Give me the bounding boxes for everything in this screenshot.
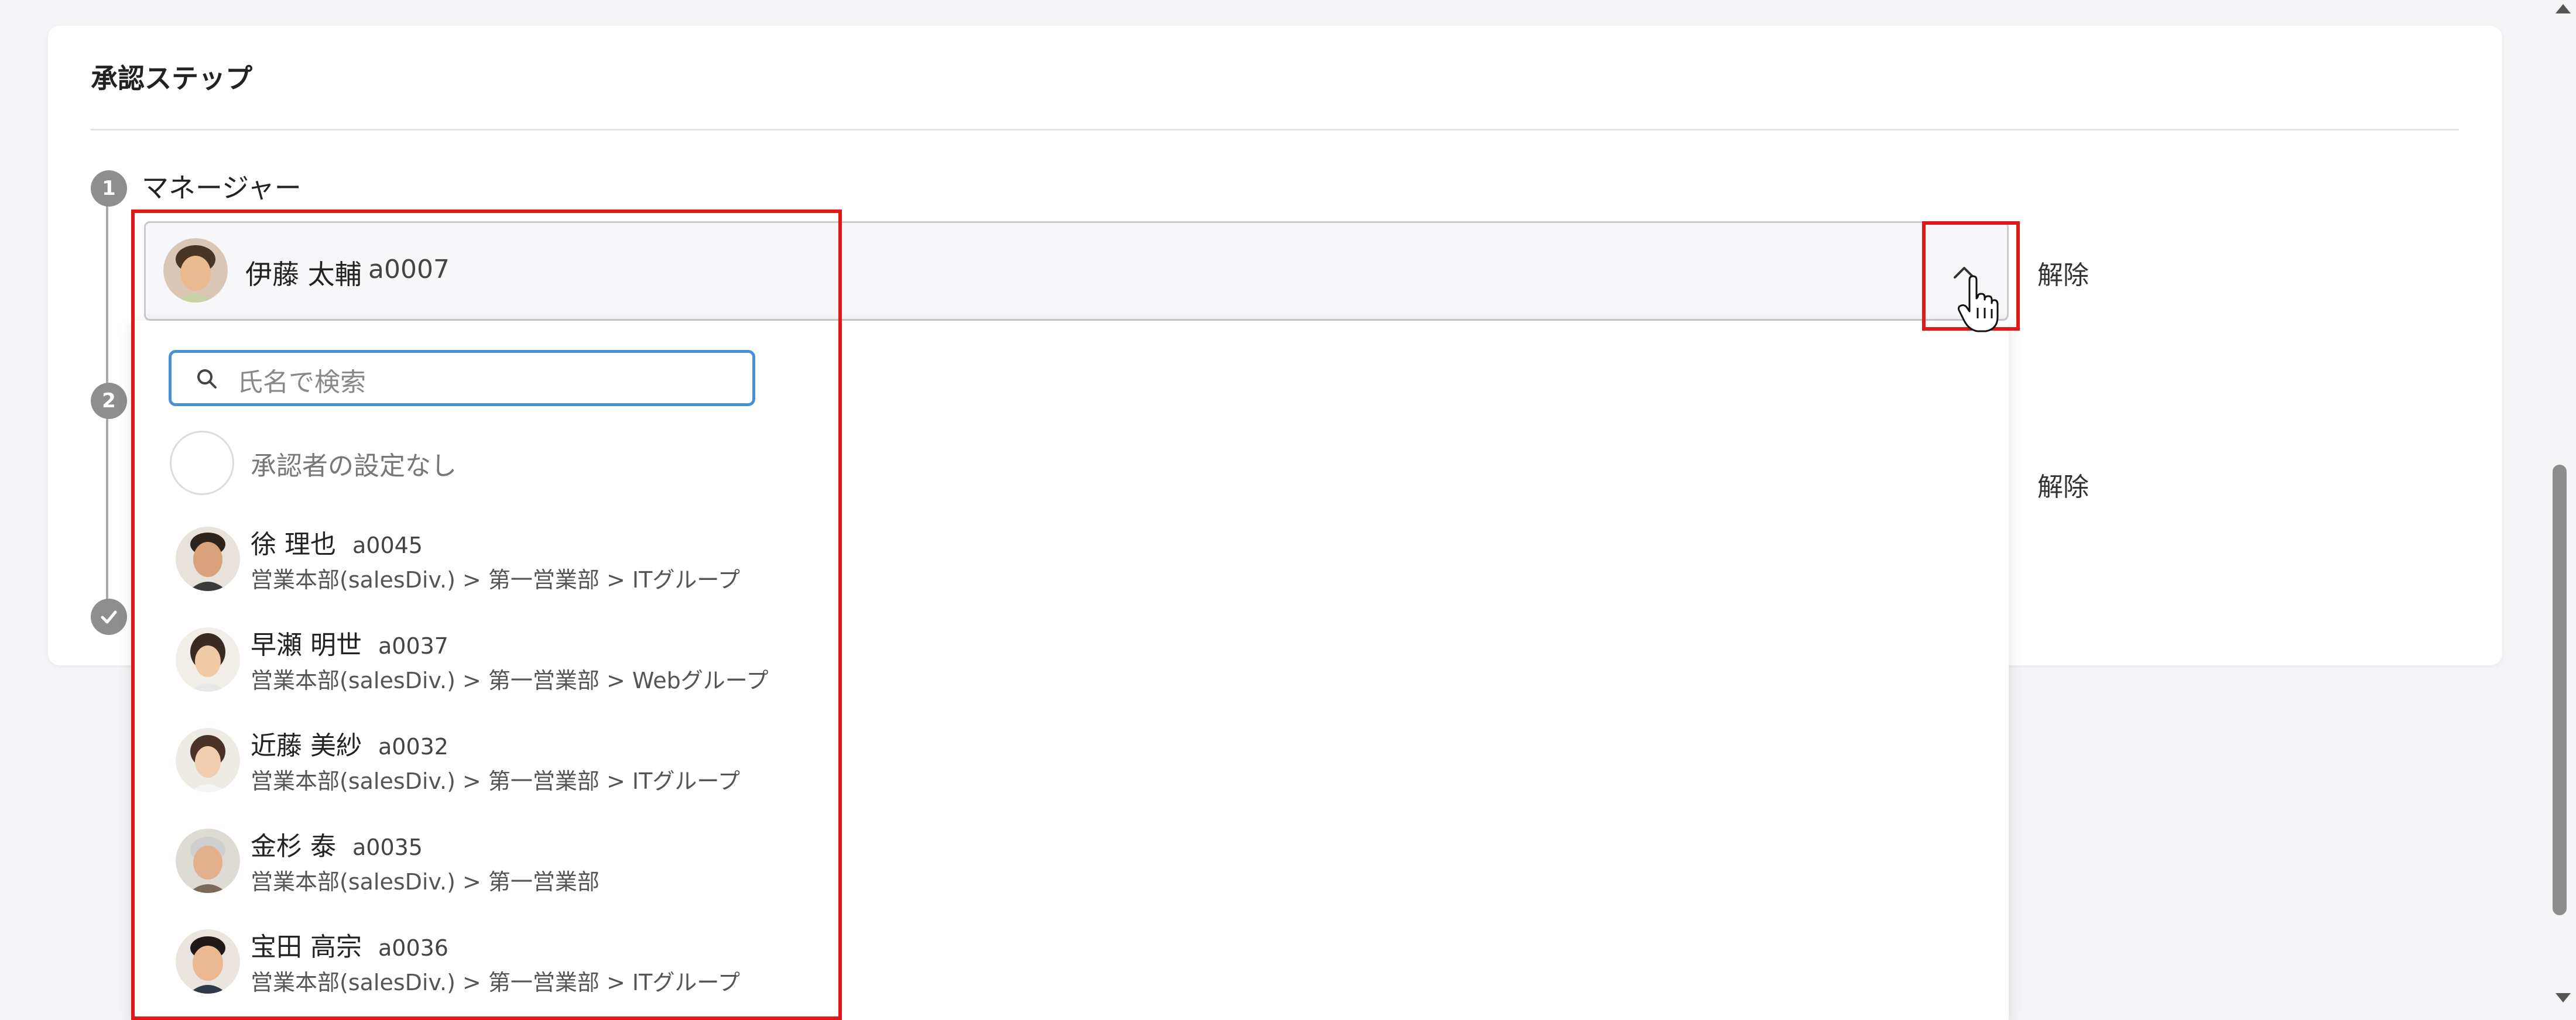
option-department: 営業本部(salesDiv.) > 第一営業部 <box>251 869 600 895</box>
list-item[interactable]: 宝田 高宗 a0036 営業本部(salesDiv.) > 第一営業部 > IT… <box>170 929 814 1017</box>
approver-select[interactable]: 伊藤 太輔 a0007 <box>144 221 2009 321</box>
search-placeholder: 氏名で検索 <box>237 368 366 397</box>
final-step-badge <box>91 599 127 635</box>
option-department: 営業本部(salesDiv.) > 第一営業部 > ITグループ <box>251 970 741 995</box>
option-no-approver[interactable]: 承認者の設定なし <box>251 445 457 482</box>
option-department: 営業本部(salesDiv.) > 第一営業部 > ITグループ <box>251 567 741 593</box>
option-name: 金杉 泰 a0035 <box>251 832 423 861</box>
remove-step-1-link[interactable]: 解除 <box>2037 254 2089 291</box>
avatar <box>163 238 228 303</box>
list-item[interactable]: 徐 理也 a0045 営業本部(salesDiv.) > 第一営業部 > ITグ… <box>170 527 814 614</box>
check-icon <box>101 610 117 624</box>
search-input[interactable]: 氏名で検索 <box>169 350 755 406</box>
option-name: 宝田 高宗 a0036 <box>251 932 448 962</box>
divider <box>91 129 2459 130</box>
option-name: 近藤 美紗 a0032 <box>251 731 448 761</box>
selected-approver-code: a0007 <box>368 255 450 284</box>
avatar <box>176 829 240 893</box>
empty-avatar <box>170 431 234 495</box>
list-item[interactable]: 近藤 美紗 a0032 営業本部(salesDiv.) > 第一営業部 > IT… <box>170 728 814 816</box>
remove-step-2-link[interactable]: 解除 <box>2037 466 2089 503</box>
option-name: 早瀬 明世 a0037 <box>251 630 448 660</box>
scrollbar-thumb[interactable] <box>2553 465 2567 915</box>
avatar <box>176 627 240 692</box>
avatar <box>176 728 240 792</box>
hand-cursor-icon <box>1957 275 1999 336</box>
avatar <box>176 527 240 591</box>
scroll-up-arrow-icon[interactable] <box>2551 0 2575 18</box>
avatar <box>176 929 240 994</box>
option-name: 徐 理也 a0045 <box>251 530 423 559</box>
option-department: 営業本部(salesDiv.) > 第一営業部 > Webグループ <box>251 668 769 693</box>
option-department: 営業本部(salesDiv.) > 第一営業部 > ITグループ <box>251 768 741 794</box>
step-label-1: マネージャー <box>142 172 302 204</box>
list-item[interactable]: 金杉 泰 a0035 営業本部(salesDiv.) > 第一営業部 <box>170 829 814 916</box>
scroll-down-arrow-icon[interactable] <box>2551 989 2575 1007</box>
selected-approver-name: 伊藤 太輔 <box>245 259 362 290</box>
search-icon <box>197 369 217 389</box>
card-title: 承認ステップ <box>91 63 252 94</box>
step-number-1: 1 <box>91 170 127 207</box>
step-number-2: 2 <box>91 383 127 419</box>
list-item[interactable]: 早瀬 明世 a0037 営業本部(salesDiv.) > 第一営業部 > We… <box>170 627 814 715</box>
